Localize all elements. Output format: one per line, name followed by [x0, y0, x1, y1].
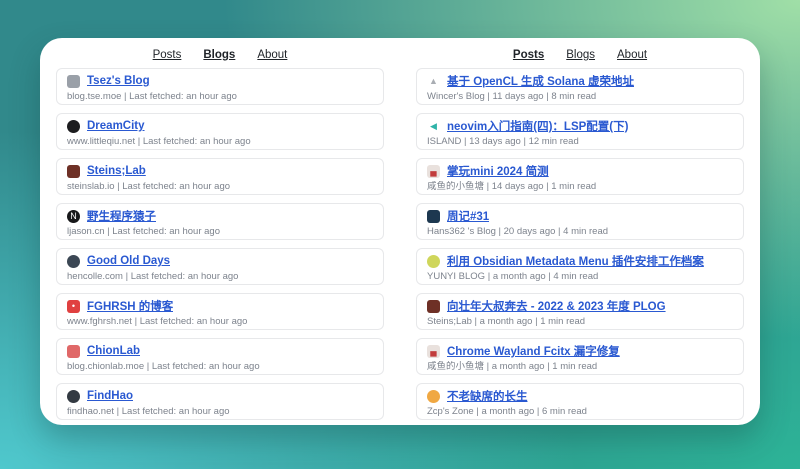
- hans362-favicon: [427, 210, 440, 223]
- item-title-link[interactable]: Tsez's Blog: [87, 75, 150, 87]
- item-title-row: ▲ 基于 OpenCL 生成 Solana 虚荣地址: [427, 74, 733, 88]
- item-title-row: Steins;Lab: [67, 164, 373, 178]
- item-meta: 咸鱼的小鱼塘 | 14 days ago | 1 min read: [427, 181, 733, 192]
- list-item[interactable]: ChionLab blog.chionlab.moe | Last fetche…: [56, 338, 384, 375]
- item-title-link[interactable]: 利用 Obsidian Metadata Menu 插件安排工作档案: [447, 253, 704, 269]
- item-meta: Hans362 's Blog | 20 days ago | 4 min re…: [427, 226, 733, 237]
- item-title-link[interactable]: ChionLab: [87, 345, 140, 357]
- list-item[interactable]: Steins;Lab steinslab.io | Last fetched: …: [56, 158, 384, 195]
- item-meta: YUNYI BLOG | a month ago | 4 min read: [427, 271, 733, 282]
- item-title-link[interactable]: 向壮年大叔奔去 - 2022 & 2023 年度 PLOG: [447, 298, 666, 314]
- list-item[interactable]: 不老缺席的长生 Zcp's Zone | a month ago | 6 min…: [416, 383, 744, 420]
- item-meta: www.fghrsh.net | Last fetched: an hour a…: [67, 316, 373, 327]
- item-meta: www.littleqiu.net | Last fetched: an hou…: [67, 136, 373, 147]
- island-favicon: ◀: [427, 120, 440, 133]
- item-title-row: Tsez's Blog: [67, 74, 373, 88]
- item-title-link[interactable]: 基于 OpenCL 生成 Solana 虚荣地址: [447, 73, 634, 89]
- item-list: ▲ 基于 OpenCL 生成 Solana 虚荣地址 Wincer's Blog…: [416, 68, 744, 420]
- item-title-row: ▄ Chrome Wayland Fcitx 漏字修复: [427, 344, 733, 358]
- list-item[interactable]: ◀ neovim入门指南(四)：LSP配置(下) ISLAND | 13 day…: [416, 113, 744, 150]
- page-background: Posts Blogs About Tsez's Blog blog.tse.moe…: [0, 0, 800, 469]
- item-meta: blog.chionlab.moe | Last fetched: an hou…: [67, 361, 373, 372]
- item-title-row: 向壮年大叔奔去 - 2022 & 2023 年度 PLOG: [427, 299, 733, 313]
- item-title-link[interactable]: 野生程序猿子: [87, 208, 156, 224]
- item-title-link[interactable]: 周记#31: [447, 208, 489, 224]
- list-item[interactable]: 向壮年大叔奔去 - 2022 & 2023 年度 PLOG Steins;Lab…: [416, 293, 744, 330]
- tab-bar: Posts Blogs About: [416, 44, 744, 68]
- dreamcity-favicon: [67, 120, 80, 133]
- blogs-panel: Posts Blogs About Tsez's Blog blog.tse.moe…: [40, 44, 400, 425]
- item-title-link[interactable]: Good Old Days: [87, 255, 170, 267]
- item-title-row: FindHao: [67, 389, 373, 403]
- fghrsh-favicon: •: [67, 300, 80, 313]
- item-meta: hencolle.com | Last fetched: an hour ago: [67, 271, 373, 282]
- list-item[interactable]: Tsez's Blog blog.tse.moe | Last fetched:…: [56, 68, 384, 105]
- item-title-row: ▄ 掌玩mini 2024 简测: [427, 164, 733, 178]
- item-title-link[interactable]: Chrome Wayland Fcitx 漏字修复: [447, 343, 620, 359]
- list-item[interactable]: 周记#31 Hans362 's Blog | 20 days ago | 4 …: [416, 203, 744, 240]
- item-meta: findhao.net | Last fetched: an hour ago: [67, 406, 373, 417]
- item-title-link[interactable]: FGHRSH 的博客: [87, 298, 173, 314]
- wincer-blog-favicon: ▲: [427, 75, 440, 88]
- item-meta: Zcp's Zone | a month ago | 6 min read: [427, 406, 733, 417]
- zcp-zone-favicon: [427, 390, 440, 403]
- item-title-row: N 野生程序猿子: [67, 209, 373, 223]
- findhao-favicon: [67, 390, 80, 403]
- item-title-link[interactable]: neovim入门指南(四)：LSP配置(下): [447, 118, 628, 134]
- tab-about[interactable]: About: [257, 49, 287, 61]
- item-title-link[interactable]: 不老缺席的长生: [447, 388, 528, 404]
- item-meta: steinslab.io | Last fetched: an hour ago: [67, 181, 373, 192]
- tab-blogs[interactable]: Blogs: [203, 49, 235, 61]
- item-title-row: 不老缺席的长生: [427, 389, 733, 403]
- list-item[interactable]: • FGHRSH 的博客 www.fghrsh.net | Last fetch…: [56, 293, 384, 330]
- item-title-link[interactable]: 掌玩mini 2024 简测: [447, 163, 549, 179]
- item-title-row: ◀ neovim入门指南(四)：LSP配置(下): [427, 119, 733, 133]
- item-meta: Wincer's Blog | 11 days ago | 8 min read: [427, 91, 733, 102]
- list-item[interactable]: ▄ Chrome Wayland Fcitx 漏字修复 咸鱼的小鱼塘 | a m…: [416, 338, 744, 375]
- steinslab-favicon: [67, 165, 80, 178]
- list-item[interactable]: N 野生程序猿子 ljason.cn | Last fetched: an ho…: [56, 203, 384, 240]
- item-title-row: Good Old Days: [67, 254, 373, 268]
- chionlab-favicon: [67, 345, 80, 358]
- tsez-blog-favicon: [67, 75, 80, 88]
- tab-about[interactable]: About: [617, 49, 647, 61]
- item-meta: blog.tse.moe | Last fetched: an hour ago: [67, 91, 373, 102]
- yunyi-blog-favicon: [427, 255, 440, 268]
- list-item[interactable]: Good Old Days hencolle.com | Last fetche…: [56, 248, 384, 285]
- item-title-link[interactable]: FindHao: [87, 390, 133, 402]
- list-item[interactable]: FindHao findhao.net | Last fetched: an h…: [56, 383, 384, 420]
- tab-posts[interactable]: Posts: [513, 49, 544, 61]
- list-item[interactable]: ▄ 掌玩mini 2024 简测 咸鱼的小鱼塘 | 14 days ago | …: [416, 158, 744, 195]
- tab-bar: Posts Blogs About: [56, 44, 384, 68]
- good-old-days-favicon: [67, 255, 80, 268]
- item-title-row: 利用 Obsidian Metadata Menu 插件安排工作档案: [427, 254, 733, 268]
- item-list: Tsez's Blog blog.tse.moe | Last fetched:…: [56, 68, 384, 420]
- main-card: Posts Blogs About Tsez's Blog blog.tse.moe…: [40, 38, 760, 425]
- item-title-row: DreamCity: [67, 119, 373, 133]
- item-meta: 咸鱼的小鱼塘 | a month ago | 1 min read: [427, 361, 733, 372]
- item-meta: Steins;Lab | a month ago | 1 min read: [427, 316, 733, 327]
- list-item[interactable]: DreamCity www.littleqiu.net | Last fetch…: [56, 113, 384, 150]
- tab-blogs[interactable]: Blogs: [566, 49, 595, 61]
- item-meta: ljason.cn | Last fetched: an hour ago: [67, 226, 373, 237]
- item-title-row: 周记#31: [427, 209, 733, 223]
- xianyu-pond-favicon: ▄: [427, 165, 440, 178]
- xianyu-pond-favicon: ▄: [427, 345, 440, 358]
- posts-panel: Posts Blogs About ▲ 基于 OpenCL 生成 Solana 虚荣…: [400, 44, 760, 425]
- item-title-row: • FGHRSH 的博客: [67, 299, 373, 313]
- item-title-link[interactable]: Steins;Lab: [87, 165, 146, 177]
- item-title-row: ChionLab: [67, 344, 373, 358]
- item-title-link[interactable]: DreamCity: [87, 120, 145, 132]
- steinslab-favicon: [427, 300, 440, 313]
- list-item[interactable]: 利用 Obsidian Metadata Menu 插件安排工作档案 YUNYI…: [416, 248, 744, 285]
- list-item[interactable]: ▲ 基于 OpenCL 生成 Solana 虚荣地址 Wincer's Blog…: [416, 68, 744, 105]
- tab-posts[interactable]: Posts: [153, 49, 182, 61]
- wild-programmer-favicon: N: [67, 210, 80, 223]
- item-meta: ISLAND | 13 days ago | 12 min read: [427, 136, 733, 147]
